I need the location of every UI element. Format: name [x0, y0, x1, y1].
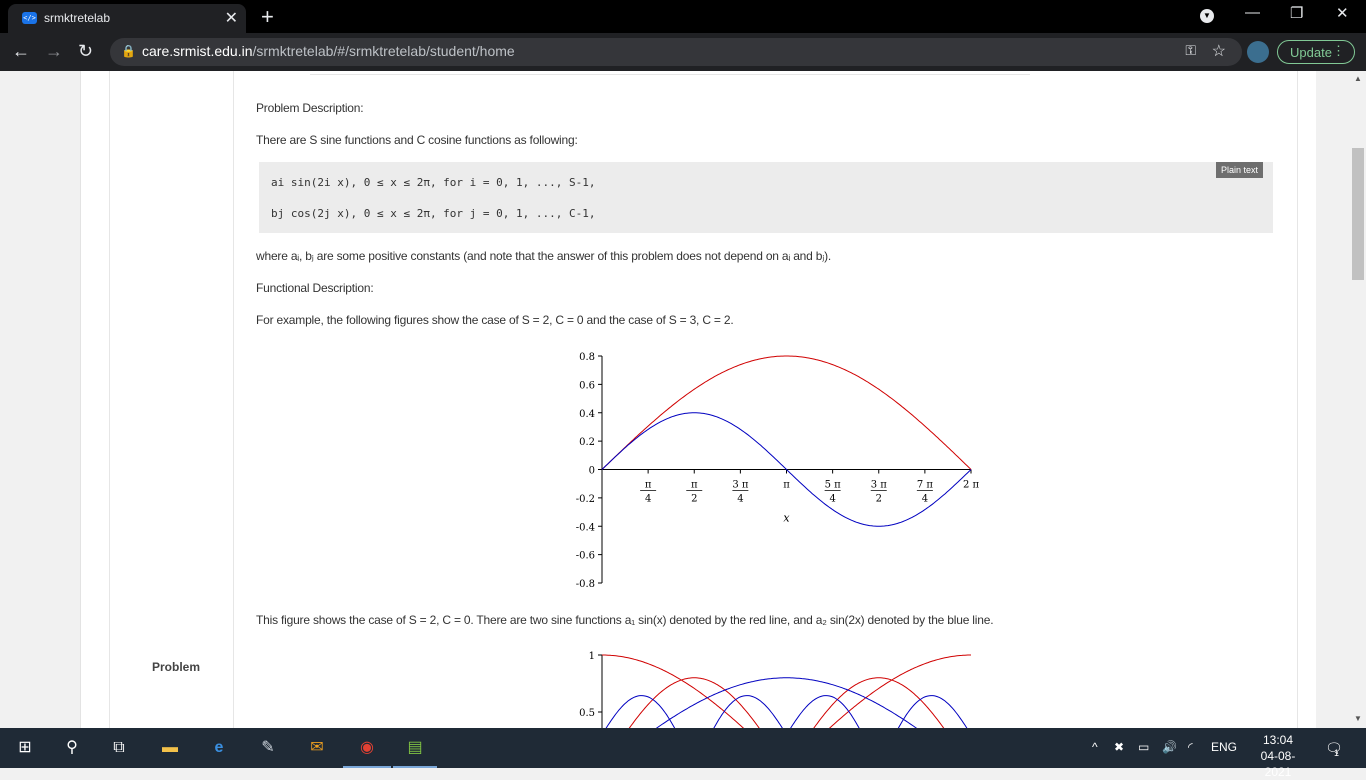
x-tick-label: 4: [922, 494, 928, 505]
back-icon[interactable]: ←: [12, 41, 30, 62]
sine-cosine-plot-s3-c2: 10.5: [579, 651, 971, 728]
series-line: [605, 695, 968, 728]
x-tick-label: 4: [737, 494, 743, 505]
x-tick-label: π: [691, 480, 698, 491]
update-button[interactable]: Update ⋮: [1277, 40, 1355, 64]
y-tick-label: 0.4: [579, 409, 595, 420]
where-text: where aᵢ, bⱼ are some positive constants…: [256, 249, 832, 263]
volume-icon[interactable]: 🔊: [1162, 740, 1177, 754]
code-block: Plain text ai sin(2i x), 0 ≤ x ≤ 2π, for…: [259, 162, 1273, 233]
notification-count: 1: [1334, 748, 1340, 758]
show-hidden-icons[interactable]: ^: [1092, 740, 1098, 754]
windows-taskbar: ⊞ ⚲ ⧉ ▬ e ✎ ✉ ◉ ▤ ^ ✖ ▭ 🔊 ◜ ENG 13:04 04…: [0, 728, 1366, 779]
site-favicon-icon: </>: [22, 12, 37, 24]
close-window-button[interactable]: ✕: [1336, 4, 1349, 22]
profile-avatar[interactable]: [1247, 41, 1269, 63]
problem-description-heading: Problem Description:: [256, 101, 364, 115]
minimize-button[interactable]: —: [1245, 4, 1260, 21]
left-column: [110, 71, 234, 728]
series-line: [601, 355, 972, 470]
vertical-scrollbar[interactable]: ▲ ▼: [1350, 71, 1366, 728]
tab-search-icon[interactable]: ▼: [1200, 9, 1214, 23]
password-key-icon[interactable]: ⚿: [1185, 42, 1196, 59]
search-icon[interactable]: ⚲: [60, 737, 84, 759]
x-tick-label: 4: [645, 494, 651, 505]
bookmark-star-icon[interactable]: ☆: [1212, 41, 1226, 61]
content-card: Problem Problem Description: There are S…: [109, 71, 1298, 728]
y-tick-label: 1: [589, 651, 595, 662]
top-tabs-strip: [310, 71, 1030, 75]
browser-toolbar: ← → ↻ 🔒 care.srmist.edu.in/srmktretelab/…: [0, 33, 1366, 71]
page-viewport: Problem Problem Description: There are S…: [0, 71, 1350, 728]
clock[interactable]: 13:04 04-08-2021: [1250, 732, 1306, 780]
problem-label: Problem: [152, 660, 201, 674]
file-explorer-icon[interactable]: ▬: [158, 737, 182, 759]
y-tick-label: 0: [589, 466, 595, 477]
x-axis-label: x: [783, 512, 790, 525]
series-line: [602, 654, 971, 728]
outlook-icon[interactable]: ✉: [305, 737, 329, 759]
battery-icon[interactable]: ▭: [1138, 740, 1149, 754]
x-tick-label: 7 π: [917, 480, 934, 491]
address-bar[interactable]: 🔒 care.srmist.edu.in/srmktretelab/#/srmk…: [110, 38, 1242, 66]
lock-icon[interactable]: 🔒: [121, 44, 136, 58]
new-tab-button[interactable]: +: [261, 4, 274, 30]
language-indicator[interactable]: ENG: [1211, 740, 1237, 754]
tab-bar: </> srmktretelab ✕ + ▼ — ❐ ✕: [0, 0, 1366, 33]
y-tick-label: -0.4: [576, 522, 595, 533]
x-tick-label: 2 π: [963, 480, 980, 491]
y-tick-label: -0.2: [576, 494, 595, 505]
wifi-icon[interactable]: ◜: [1188, 740, 1193, 754]
task-view-icon[interactable]: ⧉: [107, 737, 131, 759]
internet-explorer-icon[interactable]: e: [207, 737, 231, 759]
code-line: ai sin(2i x), 0 ≤ x ≤ 2π, for i = 0, 1, …: [271, 176, 596, 189]
scrollbar-thumb[interactable]: [1352, 148, 1364, 280]
paint-icon[interactable]: ✎: [256, 737, 280, 759]
tab-title: srmktretelab: [44, 11, 111, 25]
url-text[interactable]: care.srmist.edu.in/srmktretelab/#/srmktr…: [142, 43, 515, 59]
y-tick-label: 0.6: [579, 380, 595, 391]
intro-text: There are S sine functions and C cosine …: [256, 133, 578, 147]
code-line: bj cos(2j x), 0 ≤ x ≤ 2π, for j = 0, 1, …: [271, 207, 596, 220]
windows-start-icon[interactable]: ⊞: [13, 737, 37, 759]
y-tick-label: 0.2: [579, 437, 595, 448]
reload-icon[interactable]: ↻: [78, 41, 93, 62]
browser-tab[interactable]: </> srmktretelab ✕: [8, 4, 246, 33]
example-text: For example, the following figures show …: [256, 313, 734, 327]
scroll-up-icon[interactable]: ▲: [1354, 74, 1362, 83]
y-tick-label: -0.8: [576, 579, 595, 590]
x-tick-label: 3 π: [732, 480, 749, 491]
x-tick-label: 4: [829, 494, 835, 505]
editor-app-icon[interactable]: ▤: [403, 737, 427, 759]
y-tick-label: 0.5: [579, 708, 595, 719]
x-tick-label: 5 π: [825, 480, 842, 491]
chrome-icon[interactable]: ◉: [355, 737, 379, 759]
outer-container: Problem Problem Description: There are S…: [80, 71, 1316, 728]
x-tick-label: π: [783, 480, 790, 491]
y-tick-label: 0.8: [579, 352, 595, 363]
x-tick-label: π: [645, 480, 652, 491]
maximize-button[interactable]: ❐: [1290, 4, 1303, 22]
scroll-down-icon[interactable]: ▼: [1354, 714, 1362, 723]
x-tick-label: 3 π: [871, 480, 888, 491]
x-tick-label: 2: [691, 494, 697, 505]
antivirus-icon[interactable]: ✖: [1114, 740, 1124, 754]
forward-icon[interactable]: →: [45, 41, 63, 62]
figure-caption: This figure shows the case of S = 2, C =…: [256, 613, 994, 627]
more-menu-icon[interactable]: ⋮: [1332, 43, 1345, 59]
functional-description-heading: Functional Description:: [256, 281, 374, 295]
clock-time: 13:04: [1262, 733, 1294, 747]
y-tick-label: -0.6: [576, 551, 595, 562]
tab-close-icon[interactable]: ✕: [225, 8, 238, 28]
x-tick-label: 2: [876, 494, 882, 505]
plain-text-badge: Plain text: [1215, 162, 1263, 178]
sine-plot-s2-c0: 0.8 0.6 0.4 0.2 0 -0.2 -0.4 -0.6 -0.8 π 4 π 2 3 π 4 π 5 …: [576, 352, 980, 590]
clock-date: 04-08-2021: [1260, 749, 1296, 779]
